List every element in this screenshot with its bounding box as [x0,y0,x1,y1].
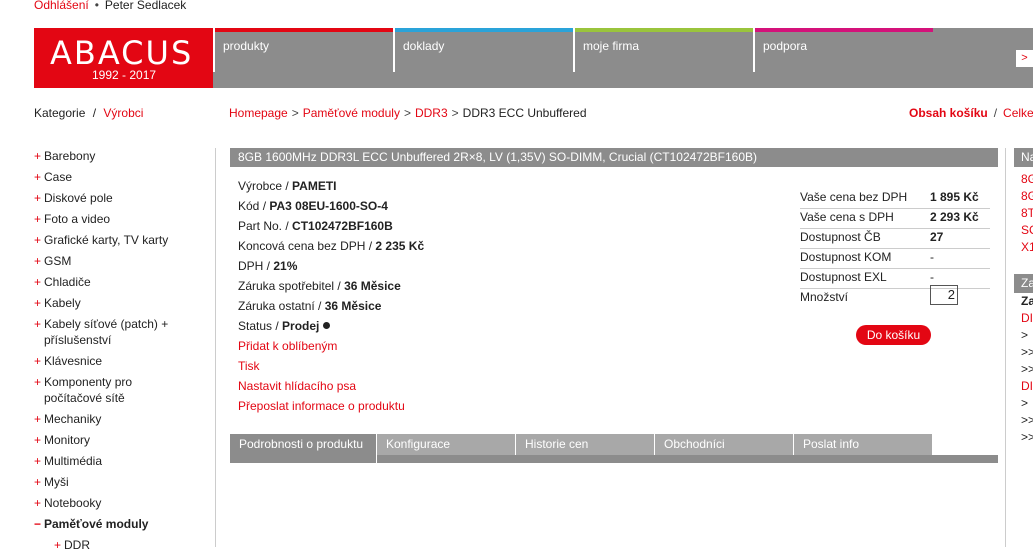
column-divider [1005,148,1006,547]
nav-tab-label: produkty [223,39,270,53]
watchdog-link[interactable]: Nastavit hlídacího psa [238,378,424,398]
right-link[interactable]: X1 [1014,239,1033,256]
right-text: > [1021,396,1029,410]
nav-tab-label: doklady [403,39,445,53]
right-text: > [1021,328,1029,342]
sidebar-item[interactable]: + Chladiče [34,274,204,290]
right-text: >> [1021,362,1033,376]
info-row: Záruka ostatní / 36 Měsice [238,299,382,313]
nav-tab-produkty[interactable]: produkty [213,28,395,72]
logout-link[interactable]: Odhlášení [34,0,89,12]
kategorie-link[interactable]: Kategorie [34,106,85,120]
right-link[interactable]: 8G [1014,188,1033,205]
tab-price-history[interactable]: Historie cen [516,434,655,455]
quantity-input[interactable]: 2 [930,285,958,305]
status-dot-icon [323,322,331,329]
price-row: Dostupnost ČB 27 [800,229,990,249]
tab-details[interactable]: Podrobnosti o produktu [230,434,377,463]
add-favorite-link[interactable]: Přidat k oblíbeným [238,338,424,358]
sidebar-item[interactable]: + Notebooky [34,495,204,511]
sidebar-item[interactable]: + Case [34,169,204,185]
nav-tab-doklady[interactable]: doklady [393,28,573,72]
breadcrumb-memory[interactable]: Paměťové moduly [303,106,400,120]
add-to-cart-button[interactable]: Do košíku [856,325,931,345]
tab-send-info[interactable]: Poslat info [794,434,933,455]
sidebar-item[interactable]: + Kabely síťové (patch) + příslušenství [34,316,194,348]
nav-tab-podpora[interactable]: podpora [753,28,933,72]
sidebar-item[interactable]: + GSM [34,253,204,269]
product-tabs: Podrobnosti o produktu Konfigurace Histo… [230,434,998,463]
info-row: Kód / PA3 08EU-1600-SO-4 [238,199,388,213]
sidebar-item[interactable]: + Diskové pole [34,190,204,206]
sidebar-item[interactable]: + Foto a video [34,211,204,227]
info-row: DPH / 21% [238,259,298,273]
breadcrumb-current: DDR3 ECC Unbuffered [462,106,587,120]
product-title-bar: 8GB 1600MHz DDR3L ECC Unbuffered 2R×8, L… [230,148,998,167]
cart-summary: Obsah košíku / Celke [909,106,1033,120]
info-row: Part No. / CT102472BF160B [238,219,393,233]
breadcrumb: Homepage > Paměťové moduly > DDR3 > DDR3 ECC U… [229,106,587,120]
price-row: Vaše cena bez DPH 1 895 Kč [800,189,990,209]
sidebar-item[interactable]: + Myši [34,474,204,490]
nav-tab-label: podpora [763,39,808,53]
price-row: Dostupnost KOM - [800,249,990,269]
price-row: Dostupnost EXL - [800,269,990,289]
right-link[interactable]: 8T [1014,205,1033,222]
right-text: Za [1021,294,1033,308]
info-row: Koncová cena bez DPH / 2 235 Kč [238,239,425,253]
forward-info-link[interactable]: Přeposlat informace o produktu [238,398,424,418]
category-switch: Kategorie / Výrobci [34,106,143,120]
sidebar-item[interactable]: + Komponenty pro počítačové sítě [34,374,154,406]
nav-tab-moje-firma[interactable]: moje firma [573,28,753,72]
right-text: >> [1021,430,1033,444]
user-name: Peter Sedlacek [104,0,187,12]
price-table: Vaše cena bez DPH 1 895 Kč Vaše cena s DP… [800,189,990,308]
logo[interactable]: ABACUS 1992 - 2017 [34,28,213,88]
breadcrumb-home[interactable]: Homepage [229,106,288,120]
sidebar-item[interactable]: + Mechaniky [34,411,204,427]
right-link[interactable]: DI [1014,378,1033,395]
price-row: Vaše cena s DPH 2 293 Kč [800,209,990,229]
print-link[interactable]: Tisk [238,358,424,378]
nav-tab-label: moje firma [583,39,640,53]
sidebar-item[interactable]: + Barebony [34,148,204,164]
right-column: Na 8G 8G 8T SC X1 Za Za DI > >> >> DI > … [1014,148,1033,446]
category-sidebar: + Barebony + Case + Diskové pole + Foto a vi… [34,148,204,553]
right-box-header: Na [1014,148,1033,167]
product-title: 8GB 1600MHz DDR3L ECC Unbuffered 2R×8, L… [238,150,757,164]
separator: / [92,106,97,120]
sidebar-item[interactable]: + Grafické karty, TV karty [34,232,204,248]
sidebar-item[interactable]: + Multimédia [34,453,204,469]
right-box-header: Za [1014,274,1033,293]
sidebar-item[interactable]: + Monitory [34,432,204,448]
cart-link[interactable]: Obsah košíku [909,106,988,120]
sidebar-subitem[interactable]: + DDR [34,537,204,553]
right-link[interactable]: SC [1014,222,1033,239]
logo-years: 1992 - 2017 [92,68,157,82]
right-link[interactable]: DI [1014,310,1033,327]
info-row: Výrobce / PAMETI [238,179,337,193]
breadcrumb-ddr3[interactable]: DDR3 [415,106,448,120]
right-link[interactable]: 8G [1014,171,1033,188]
quantity-row: Množství 2 [800,285,990,308]
cart-total-label: Celke [1003,106,1033,120]
info-row: Záruka spotřebitel / 36 Měsice [238,279,401,293]
tab-sellers[interactable]: Obchodníci [655,434,794,455]
sidebar-item-active[interactable]: − Paměťové moduly [34,516,204,532]
nav-arrow-icon[interactable]: > [1016,50,1033,67]
separator-dot: • [94,0,99,12]
sidebar-item[interactable]: + Kabely [34,295,204,311]
right-text: >> [1021,345,1033,359]
logo-name: ABACUS [50,34,194,72]
product-info: Výrobce / PAMETI Kód / PA3 08EU-1600-SO-… [238,178,424,418]
vyrobci-link[interactable]: Výrobci [103,106,143,120]
top-links: Odhlášení • Peter Sedlacek [34,0,186,12]
main-nav: produkty doklady moje firma podpora [213,28,1033,88]
sidebar-item[interactable]: + Klávesnice [34,353,204,369]
info-row: Status / Prodej [238,318,424,338]
column-divider [215,148,216,547]
right-text: >> [1021,413,1033,427]
tab-config[interactable]: Konfigurace [377,434,516,455]
